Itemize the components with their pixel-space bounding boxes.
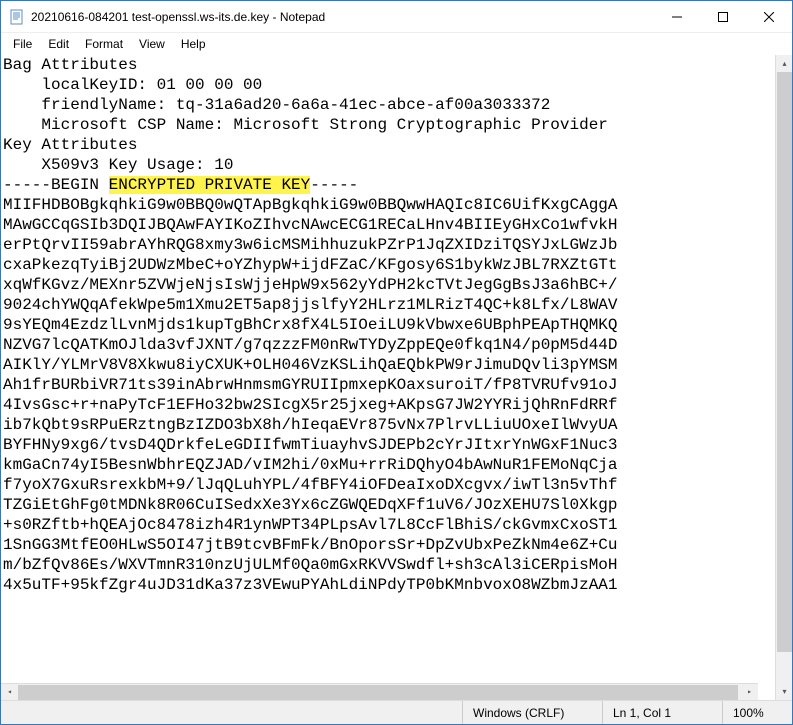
horizontal-scrollbar[interactable]: ◂ ▸	[1, 683, 758, 700]
vscroll-thumb[interactable]	[777, 72, 792, 652]
close-button[interactable]	[746, 1, 792, 32]
scroll-left-icon[interactable]: ◂	[1, 684, 18, 700]
statusbar: Windows (CRLF) Ln 1, Col 1 100%	[1, 700, 792, 724]
menu-edit[interactable]: Edit	[40, 35, 77, 53]
window-controls	[654, 1, 792, 32]
scroll-up-icon[interactable]: ▴	[776, 55, 793, 72]
menu-view[interactable]: View	[131, 35, 173, 53]
maximize-button[interactable]	[700, 1, 746, 32]
menu-file[interactable]: File	[5, 35, 40, 53]
status-encoding: Windows (CRLF)	[462, 701, 602, 724]
scroll-right-icon[interactable]: ▸	[741, 684, 758, 700]
notepad-icon	[9, 9, 25, 25]
minimize-button[interactable]	[654, 1, 700, 32]
editor-area: Bag Attributes localKeyID: 01 00 00 00 f…	[1, 55, 792, 700]
titlebar: 20210616-084201 test-openssl.ws-its.de.k…	[1, 1, 792, 33]
menu-format[interactable]: Format	[77, 35, 131, 53]
text-before: Bag Attributes localKeyID: 01 00 00 00 f…	[3, 56, 608, 194]
highlighted-text: ENCRYPTED PRIVATE KEY	[109, 176, 311, 194]
vertical-scrollbar[interactable]: ▴ ▾	[775, 55, 792, 700]
text-after: ----- MIIFHDBOBgkqhkiG9w0BBQ0wQTApBgkqhk…	[3, 176, 618, 594]
hscroll-thumb[interactable]	[18, 685, 738, 700]
window-title: 20210616-084201 test-openssl.ws-its.de.k…	[31, 10, 654, 24]
status-position: Ln 1, Col 1	[602, 701, 722, 724]
status-zoom: 100%	[722, 701, 792, 724]
scroll-down-icon[interactable]: ▾	[776, 683, 793, 700]
text-editor[interactable]: Bag Attributes localKeyID: 01 00 00 00 f…	[1, 55, 775, 700]
menu-help[interactable]: Help	[173, 35, 214, 53]
menubar: File Edit Format View Help	[1, 33, 792, 55]
